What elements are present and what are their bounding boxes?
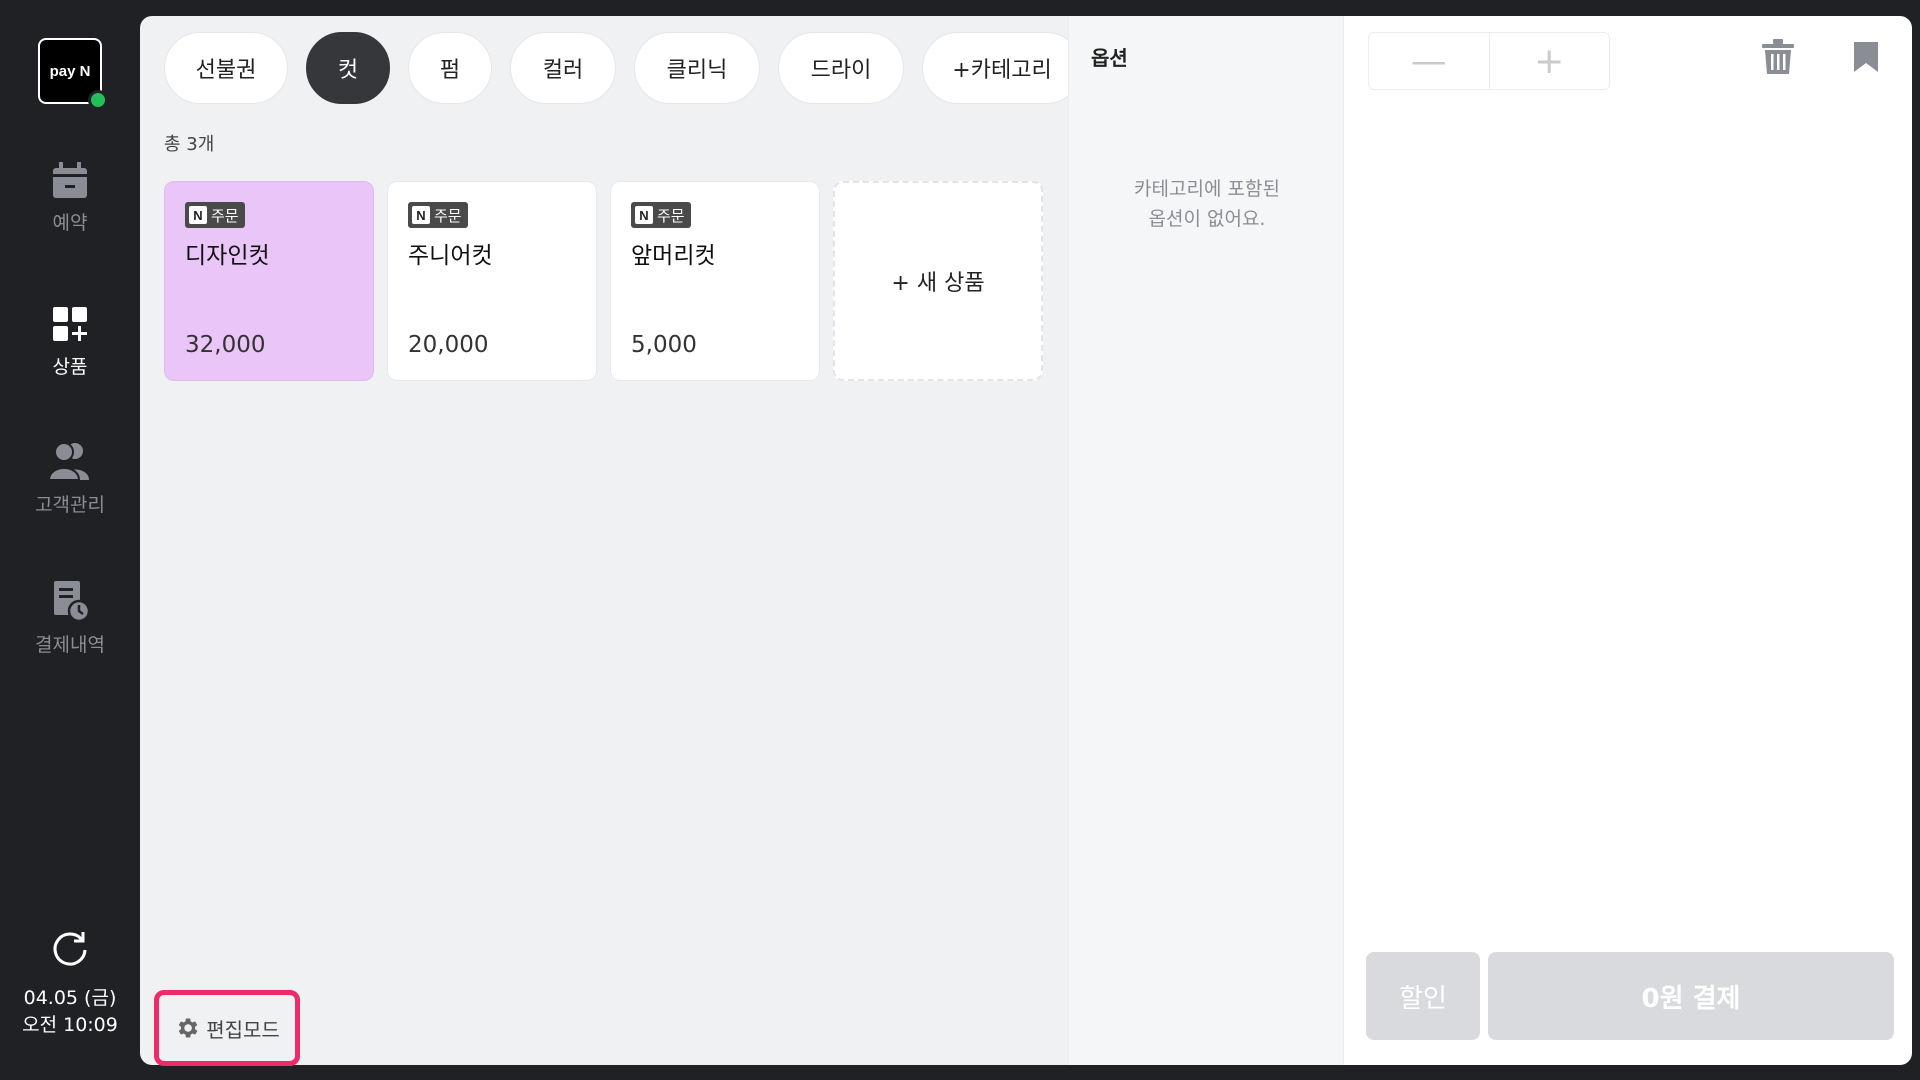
product-count: 총 3개: [164, 134, 215, 155]
increase-button[interactable]: +: [1488, 33, 1610, 89]
product-name: 주니어컷: [408, 243, 493, 269]
product-price: 5,000: [631, 332, 697, 358]
product-card[interactable]: N 주문 주니어컷 20,000: [387, 181, 597, 381]
online-status-dot: [88, 90, 108, 110]
cart-panel: — + 할인 0원 결제: [1344, 16, 1912, 1065]
customers-icon: [47, 442, 89, 481]
trash-icon[interactable]: [1760, 38, 1796, 76]
tab-prepaid[interactable]: 선불권: [164, 32, 288, 104]
logo-text: pay N: [49, 62, 91, 80]
options-empty-message: 카테고리에 포함된 옵션이 없어요.: [1134, 178, 1280, 230]
current-date: 04.05 (금): [23, 987, 117, 1009]
calendar-icon: [53, 162, 87, 198]
quantity-stepper: — +: [1368, 32, 1610, 90]
sidebar-item-label: 결제내역: [35, 634, 105, 656]
options-title: 옵션: [1091, 46, 1128, 70]
product-name: 앞머리컷: [631, 243, 716, 269]
product-name: 디자인컷: [185, 243, 270, 269]
sidebar-item-reservation[interactable]: 예약: [0, 160, 140, 235]
product-price: 32,000: [185, 332, 266, 358]
options-panel: 옵션 카테고리에 포함된 옵션이 없어요.: [1068, 16, 1344, 1065]
naver-icon: N: [635, 206, 653, 224]
product-card[interactable]: N 주문 디자인컷 32,000: [164, 181, 374, 381]
gear-icon: [178, 1018, 198, 1038]
edit-mode-button[interactable]: 편집모드: [154, 990, 300, 1066]
bookmark-icon[interactable]: [1852, 40, 1880, 74]
refresh-icon[interactable]: [50, 928, 90, 968]
new-product-button[interactable]: + 새 상품: [833, 181, 1043, 381]
add-category-button[interactable]: +카테고리: [922, 32, 1068, 104]
sidebar-item-products[interactable]: 상품: [0, 304, 140, 379]
app-logo: pay N: [38, 38, 108, 110]
sidebar-item-payment-history[interactable]: 결제내역: [0, 580, 140, 657]
badge-label: 주문: [434, 206, 462, 225]
sidebar-item-label: 예약: [52, 212, 88, 234]
category-tabs: 선불권 컷 펌 컬러 클리닉 드라이 +카테고리: [164, 32, 1068, 104]
tab-clinic[interactable]: 클리닉: [634, 32, 760, 104]
product-grid-icon: [53, 307, 87, 341]
naver-icon: N: [189, 206, 207, 224]
product-price: 20,000: [408, 332, 489, 358]
naver-order-badge: N 주문: [185, 202, 245, 228]
tab-dry[interactable]: 드라이: [778, 32, 904, 104]
datetime: 04.05 (금) 오전 10:09: [0, 985, 140, 1039]
badge-label: 주문: [657, 206, 685, 225]
discount-button[interactable]: 할인: [1366, 952, 1480, 1040]
naver-icon: N: [412, 206, 430, 224]
product-panel: 선불권 컷 펌 컬러 클리닉 드라이 +카테고리 총 3개 N 주문 디자인컷 …: [140, 16, 1068, 1066]
sidebar-item-customers[interactable]: 고객관리: [0, 440, 140, 517]
tab-cut[interactable]: 컷: [306, 32, 390, 104]
tab-color[interactable]: 컬러: [510, 32, 616, 104]
new-product-label: + 새 상품: [891, 271, 985, 296]
sidebar: pay N 예약 상품 고객관리 결제내역 04.05 (금) 오전 10:09: [0, 0, 140, 1080]
pay-button[interactable]: 0원 결제: [1488, 952, 1894, 1040]
edit-mode-label: 편집모드: [206, 1017, 280, 1042]
current-time: 오전 10:09: [22, 1014, 118, 1036]
tab-perm[interactable]: 펌: [408, 32, 492, 104]
badge-label: 주문: [211, 206, 239, 225]
sidebar-item-label: 상품: [52, 356, 88, 378]
naver-order-badge: N 주문: [408, 202, 468, 228]
product-card[interactable]: N 주문 앞머리컷 5,000: [610, 181, 820, 381]
decrease-button[interactable]: —: [1369, 33, 1489, 89]
sidebar-item-label: 고객관리: [35, 494, 105, 516]
naver-order-badge: N 주문: [631, 202, 691, 228]
payment-history-icon: [54, 581, 90, 622]
